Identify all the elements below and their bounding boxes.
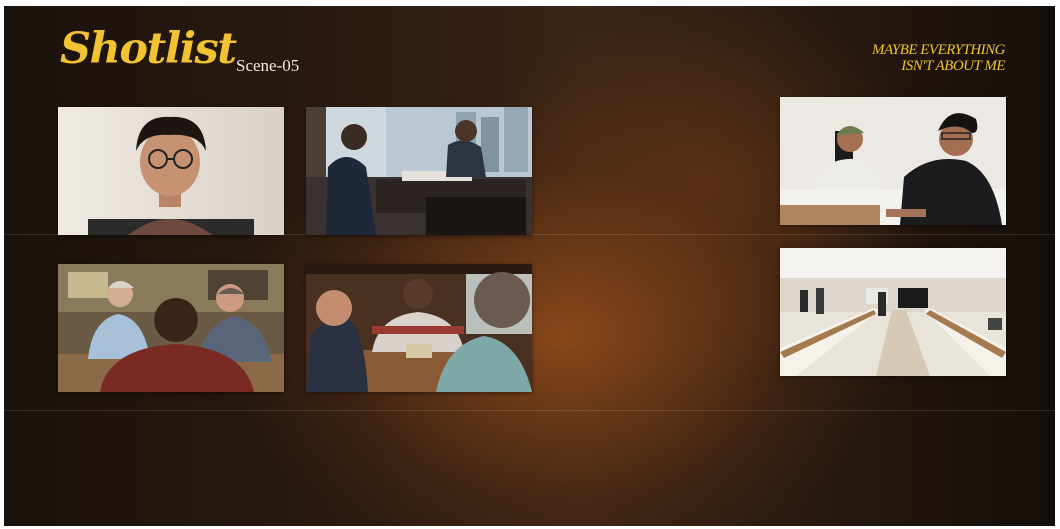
shot-image [58, 107, 284, 235]
shot-thumbnail-3[interactable] [780, 97, 1006, 225]
shotlist-slide: Shotlist Scene-05 MAYBE EVERYTHING ISN'T… [4, 6, 1055, 526]
shot-thumbnail-2[interactable] [306, 107, 532, 235]
shot-thumbnail-5[interactable] [306, 264, 532, 392]
slide-title: Shotlist [60, 24, 237, 74]
shot-image [306, 264, 532, 392]
shot-thumbnail-1[interactable] [58, 107, 284, 235]
scene-label: Scene-05 [236, 56, 300, 75]
row-divider [4, 410, 1055, 411]
tagline-line-1: MAYBE EVERYTHING [872, 42, 1005, 58]
shot-thumbnail-4[interactable] [58, 264, 284, 392]
shot-image [780, 248, 1006, 376]
tagline-line-2: ISN'T ABOUT ME [901, 58, 1005, 74]
shot-image [306, 107, 532, 235]
shot-thumbnail-6[interactable] [780, 248, 1006, 376]
shot-image [780, 97, 1006, 225]
shot-image [58, 264, 284, 392]
tagline: MAYBE EVERYTHING ISN'T ABOUT ME [805, 42, 1005, 74]
